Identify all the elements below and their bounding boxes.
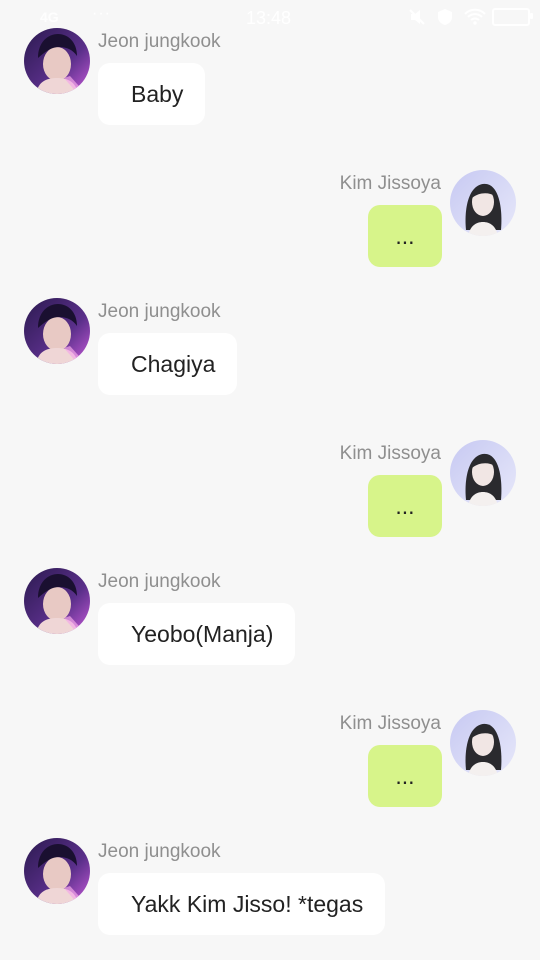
jisoo-avatar-icon	[450, 710, 516, 776]
message-bubble[interactable]: ...	[368, 475, 442, 537]
incoming-message: Jeon jungkook Yakk Kim Jisso! *tegas	[0, 838, 540, 948]
sender-name: Kim Jissoya	[339, 713, 441, 734]
shield-icon	[436, 8, 454, 26]
avatar[interactable]	[24, 568, 90, 634]
network-indicator: 4G	[40, 9, 59, 25]
wifi-icon	[464, 8, 486, 26]
incoming-message: Jeon jungkook Chagiya	[0, 298, 540, 408]
jungkook-avatar-icon	[24, 28, 90, 94]
message-bubble[interactable]: Baby	[98, 63, 206, 125]
incoming-message: Jeon jungkook Yeobo(Manja)	[0, 568, 540, 678]
chat-screen: 4G ··· 13:48 Jeon jungkook Baby Kim Jissoy…	[0, 0, 540, 960]
avatar[interactable]	[24, 298, 90, 364]
outgoing-message: Kim Jissoya...	[0, 433, 540, 543]
message-bubble[interactable]: ...	[368, 745, 442, 807]
avatar[interactable]	[450, 170, 516, 236]
jisoo-avatar-icon	[450, 170, 516, 236]
avatar[interactable]	[24, 838, 90, 904]
outgoing-message: Kim Jissoya...	[0, 163, 540, 273]
avatar[interactable]	[450, 710, 516, 776]
sender-name: Jeon jungkook	[98, 841, 221, 862]
status-bar: 4G ··· 13:48	[0, 0, 540, 36]
status-icons	[408, 8, 533, 26]
mute-icon	[408, 8, 426, 26]
notification-dots: ···	[92, 5, 111, 22]
jungkook-avatar-icon	[24, 298, 90, 364]
avatar[interactable]	[450, 440, 516, 506]
jisoo-avatar-icon	[450, 440, 516, 506]
jungkook-avatar-icon	[24, 838, 90, 904]
status-time: 13:48	[246, 8, 292, 28]
sender-name: Jeon jungkook	[98, 571, 221, 592]
sender-name: Kim Jissoya	[339, 443, 441, 464]
avatar[interactable]	[24, 28, 90, 94]
sender-name: Kim Jissoya	[339, 173, 441, 194]
jungkook-avatar-icon	[24, 568, 90, 634]
outgoing-message: Kim Jissoya...	[0, 703, 540, 813]
incoming-message: Jeon jungkook Baby	[0, 28, 540, 138]
message-bubble[interactable]: ...	[368, 205, 442, 267]
message-bubble[interactable]: Yeobo(Manja)	[98, 603, 296, 665]
sender-name: Jeon jungkook	[98, 301, 221, 322]
battery-icon	[492, 8, 533, 26]
message-bubble[interactable]: Yakk Kim Jisso! *tegas	[98, 873, 386, 935]
message-bubble[interactable]: Chagiya	[98, 333, 238, 395]
